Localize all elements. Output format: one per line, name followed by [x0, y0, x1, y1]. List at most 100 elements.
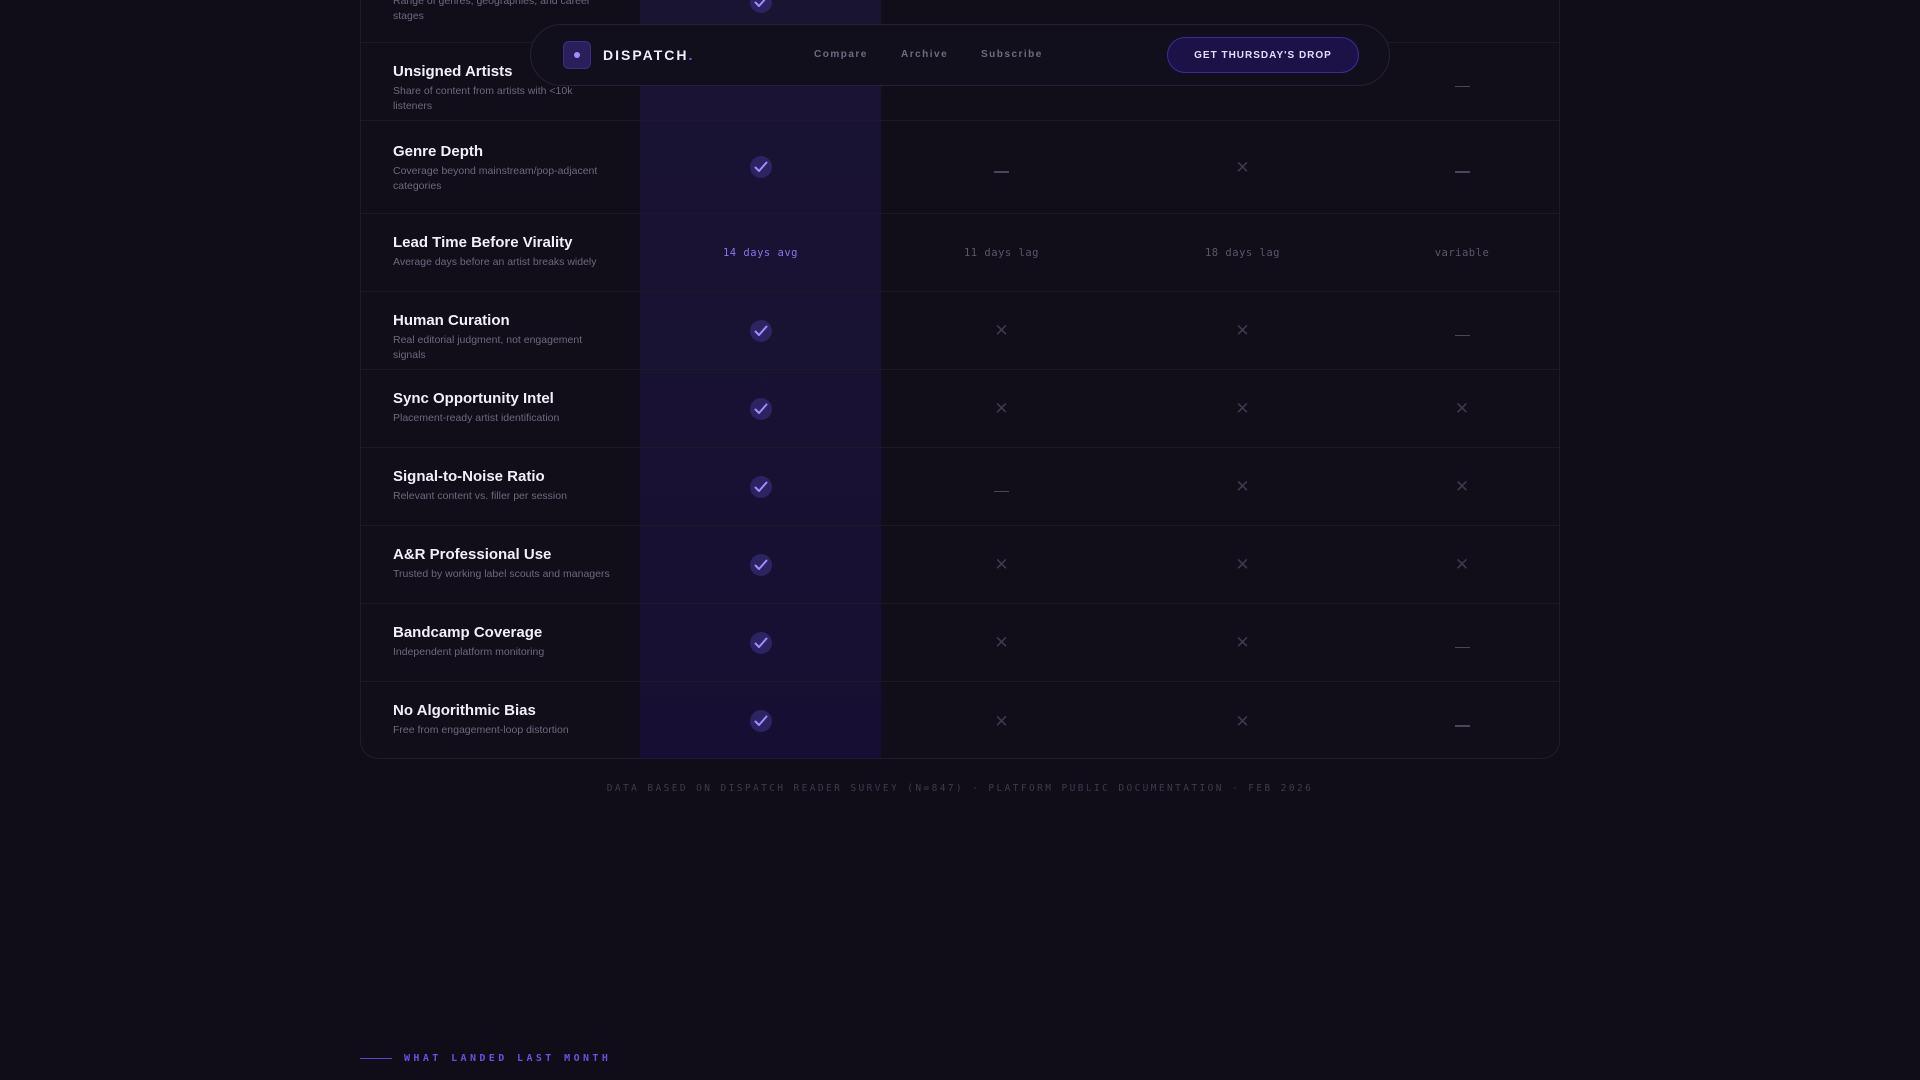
brand-text: DISPATCH	[603, 47, 689, 63]
value-text: 14 days avg	[722, 246, 799, 259]
feature-description: Placement-ready artist identification	[393, 412, 560, 424]
cross-cell: ✕	[881, 604, 1122, 681]
cross-cell: ✕	[1363, 448, 1559, 525]
feature-description: Relevant content vs. filler per session	[393, 490, 567, 502]
cross-icon: ✕	[1235, 711, 1250, 731]
feature-title: No Algorithmic Bias	[393, 702, 536, 719]
brand-name[interactable]: DISPATCH.	[603, 47, 694, 63]
value-cell: 11 days lag	[881, 214, 1122, 291]
check-icon	[749, 397, 772, 420]
cross-icon: ✕	[994, 321, 1009, 340]
feature-description: Trusted by working label scouts and mana…	[393, 568, 610, 580]
cross-cell: ✕	[881, 292, 1122, 369]
logo-icon[interactable]	[563, 41, 591, 69]
feature-description: Real editorial judgment, not engagement …	[393, 334, 583, 361]
check-icon	[749, 553, 772, 576]
dash-cell	[1363, 682, 1559, 758]
check-icon	[749, 475, 772, 498]
nav-link-subscribe[interactable]: Subscribe	[981, 49, 1043, 60]
cross-icon: ✕	[1454, 399, 1470, 418]
feature-description: Free from engagement-loop distortion	[393, 724, 569, 736]
feature-cell: No Algorithmic Bias Free from engagement-…	[393, 702, 613, 738]
cross-icon: ✕	[1235, 399, 1250, 418]
cross-cell: ✕	[1122, 448, 1363, 525]
dash-icon	[1454, 85, 1470, 88]
check-icon	[749, 0, 772, 13]
cross-icon: ✕	[994, 711, 1009, 731]
cross-cell: ✕	[881, 526, 1122, 603]
dash-cell	[1363, 292, 1559, 369]
dash-icon	[1454, 725, 1470, 727]
section-divider	[360, 1058, 392, 1059]
get-drop-button[interactable]: GET THURSDAY'S DROP	[1167, 37, 1359, 73]
logo-dot	[574, 52, 580, 58]
feature-title: Sync Opportunity Intel	[393, 390, 554, 407]
feature-cell: Lead Time Before Virality Average days be…	[393, 234, 613, 270]
check-icon	[749, 319, 772, 342]
cross-cell: ✕	[1363, 526, 1559, 603]
feature-title: A&R Professional Use	[393, 546, 552, 563]
feature-title: Signal-to-Noise Ratio	[393, 468, 545, 485]
cross-cell: ✕	[1122, 370, 1363, 447]
dash-cell	[881, 448, 1122, 525]
table-row: A&R Professional Use Trusted by working l…	[361, 526, 1559, 604]
cross-icon: ✕	[1235, 321, 1250, 340]
cross-icon: ✕	[1235, 477, 1250, 496]
cross-cell: ✕	[881, 370, 1122, 447]
check-cell	[640, 448, 881, 525]
feature-cell: A&R Professional Use Trusted by working l…	[393, 546, 613, 582]
cross-cell: ✕	[881, 682, 1122, 758]
cross-icon: ✕	[1235, 633, 1250, 652]
cross-icon: ✕	[1454, 477, 1470, 496]
feature-cell: Sync Opportunity Intel Placement-ready ar…	[393, 390, 613, 426]
feature-description: Share of content from artists with <10k …	[393, 85, 573, 112]
cross-cell: ✕	[1363, 370, 1559, 447]
cross-icon: ✕	[994, 633, 1009, 652]
table-row: Sync Opportunity Intel Placement-ready ar…	[361, 370, 1559, 448]
top-navbar: DISPATCH. Compare Archive Subscribe GET …	[530, 24, 1390, 86]
cross-cell: ✕	[1122, 604, 1363, 681]
feature-cell: Bandcamp Coverage Independent platform mo…	[393, 624, 613, 660]
value-text: 11 days lag	[963, 246, 1040, 259]
dash-icon	[1454, 334, 1470, 337]
cross-cell: ✕	[1122, 292, 1363, 369]
dash-cell	[881, 121, 1122, 213]
check-icon	[749, 631, 772, 654]
feature-description: Range of genres, geographies, and career…	[393, 0, 591, 22]
check-cell	[640, 292, 881, 369]
check-cell	[640, 121, 881, 213]
value-cell: 14 days avg	[640, 214, 881, 291]
cross-icon: ✕	[994, 555, 1009, 574]
nav-link-compare[interactable]: Compare	[814, 49, 868, 60]
table-row: Lead Time Before Virality Average days be…	[361, 214, 1559, 292]
check-cell	[640, 682, 881, 758]
dash-cell	[1363, 121, 1559, 213]
section-heading: WHAT LANDED LAST MONTH	[360, 1053, 611, 1064]
feature-title: Lead Time Before Virality	[393, 234, 573, 251]
cross-icon: ✕	[1235, 157, 1250, 177]
comparison-rows: Range of genres, geographies, and career…	[361, 0, 1559, 758]
value-cell: variable	[1363, 214, 1559, 291]
cross-icon: ✕	[994, 399, 1009, 418]
feature-description: Average days before an artist breaks wid…	[393, 256, 597, 268]
feature-cell: Human Curation Real editorial judgment, n…	[393, 312, 613, 363]
cross-icon: ✕	[1454, 555, 1470, 574]
data-footnote: DATA BASED ON DISPATCH READER SURVEY (N=…	[606, 783, 1314, 794]
cross-icon: ✕	[1235, 555, 1250, 574]
cross-cell: ✕	[1122, 526, 1363, 603]
cross-cell: ✕	[1122, 121, 1363, 213]
value-text: 18 days lag	[1204, 246, 1281, 259]
table-row: Signal-to-Noise Ratio Relevant content vs…	[361, 448, 1559, 526]
dash-icon	[994, 490, 1009, 493]
check-icon	[749, 156, 772, 178]
table-row: No Algorithmic Bias Free from engagement-…	[361, 682, 1559, 758]
comparison-table: Range of genres, geographies, and career…	[360, 0, 1560, 759]
feature-cell: Genre Depth Coverage beyond mainstream/po…	[393, 143, 613, 194]
dash-cell	[1363, 43, 1559, 120]
nav-link-archive[interactable]: Archive	[901, 49, 948, 60]
check-cell	[640, 526, 881, 603]
table-row: Bandcamp Coverage Independent platform mo…	[361, 604, 1559, 682]
check-icon	[749, 710, 772, 732]
feature-cell: Signal-to-Noise Ratio Relevant content vs…	[393, 468, 613, 504]
cross-cell: ✕	[1122, 682, 1363, 758]
